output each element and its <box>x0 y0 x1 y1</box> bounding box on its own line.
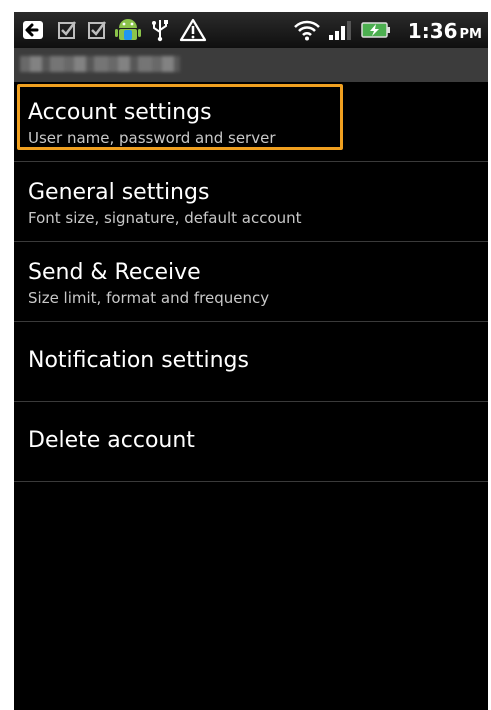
setting-title: Delete account <box>28 428 195 453</box>
checkbox-notification-icon <box>88 21 106 39</box>
android-notification-icon <box>115 19 141 40</box>
battery-charging-icon <box>361 22 390 38</box>
clock-time: 1:36 <box>407 19 458 43</box>
clock-ampm: PM <box>459 27 482 42</box>
status-bar: 1:36 PM <box>14 12 488 48</box>
setting-title: General settings <box>28 180 210 205</box>
setting-title: Account settings <box>28 100 212 125</box>
warning-icon <box>179 18 207 42</box>
clock: 1:36 PM <box>408 19 482 43</box>
account-name-redacted <box>20 56 180 72</box>
back-notification-icon <box>23 21 43 39</box>
setting-notification-settings[interactable]: Notification settings <box>14 322 488 402</box>
setting-general-settings[interactable]: General settings Font size, signature, d… <box>14 162 488 242</box>
title-bar <box>14 48 488 82</box>
setting-title: Notification settings <box>28 348 249 373</box>
setting-summary: Size limit, format and frequency <box>28 289 270 307</box>
usb-icon <box>152 20 168 42</box>
setting-title: Send & Receive <box>28 260 201 285</box>
setting-send-receive[interactable]: Send & Receive Size limit, format and fr… <box>14 242 488 322</box>
setting-summary: Font size, signature, default account <box>28 209 302 227</box>
wifi-icon <box>294 20 320 41</box>
checkbox-notification-icon <box>58 21 76 39</box>
setting-summary: User name, password and server <box>28 129 276 147</box>
phone-screen: 1:36 PM Account settings User name, passw… <box>14 12 488 710</box>
setting-account-settings[interactable]: Account settings User name, password and… <box>14 82 488 162</box>
account-settings-list: Account settings User name, password and… <box>14 82 488 482</box>
signal-icon <box>329 21 351 40</box>
setting-delete-account[interactable]: Delete account <box>14 402 488 482</box>
